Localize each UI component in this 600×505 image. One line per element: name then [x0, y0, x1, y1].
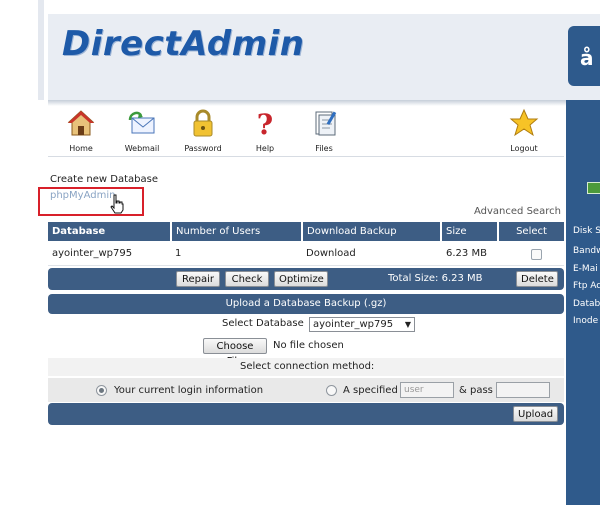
row-download-link[interactable]: Download: [306, 248, 356, 259]
stat-inodes-label: Inode: [573, 316, 599, 326]
toolbar-help[interactable]: ? Help: [237, 108, 293, 153]
stat-email-label: E-Mai: [573, 264, 598, 274]
current-login-label: Your current login information: [114, 385, 264, 396]
toolbar-files[interactable]: Files: [296, 108, 352, 153]
specified-login-label: A specified: [343, 385, 398, 396]
col-download-backup: Download Backup: [303, 222, 442, 241]
col-select: Select: [499, 222, 564, 241]
create-database-link[interactable]: Create new Database: [50, 174, 158, 185]
toolbar-divider: [48, 156, 564, 157]
col-database[interactable]: Database: [48, 222, 172, 241]
toolbar-webmail-label: Webmail: [124, 144, 160, 153]
stat-bandwidth-label: Bandw: [573, 246, 600, 256]
database-select-value: ayointer_wp795: [313, 319, 394, 330]
advanced-search-link[interactable]: Advanced Search: [474, 206, 561, 217]
col-size[interactable]: Size: [442, 222, 499, 241]
optimize-button[interactable]: Optimize: [274, 271, 328, 287]
header-side-tab-glyph: å: [580, 46, 594, 70]
toolbar-password[interactable]: Password: [175, 108, 231, 153]
stat-disk-label: Disk S: [573, 226, 600, 236]
upload-action-bar: [48, 403, 564, 425]
connection-method-label: Select connection method:: [240, 361, 375, 372]
choose-file-button[interactable]: Choose File: [203, 338, 267, 367]
row-users-count[interactable]: 1: [175, 248, 181, 259]
toolbar-password-label: Password: [184, 144, 222, 153]
header-shadow: [48, 100, 600, 106]
row-select-checkbox[interactable]: [531, 249, 542, 260]
stat-ftp-label: Ftp Ac: [573, 281, 600, 291]
row-database-name[interactable]: ayointer_wp795: [52, 248, 132, 259]
toolbar-help-label: Help: [255, 144, 275, 153]
home-icon: [67, 110, 95, 136]
phpmyadmin-link[interactable]: phpMyAdmin: [50, 190, 115, 201]
usage-meter: [587, 182, 600, 194]
toolbar-home-label: Home: [69, 144, 93, 153]
header-left-strip: [38, 0, 44, 100]
toolbar-webmail[interactable]: Webmail: [114, 108, 170, 153]
check-button[interactable]: Check: [225, 271, 269, 287]
radio-current-login[interactable]: [96, 385, 107, 396]
directadmin-logo[interactable]: DirectAdmin: [62, 24, 305, 64]
upload-section-title: Upload a Database Backup (.gz): [48, 294, 564, 314]
pass-label: & pass: [459, 385, 493, 396]
webmail-icon: [128, 111, 155, 134]
upload-button[interactable]: Upload: [513, 406, 558, 422]
files-icon: [315, 111, 337, 136]
delete-button[interactable]: Delete: [516, 271, 558, 287]
toolbar-home[interactable]: Home: [53, 108, 109, 153]
user-input[interactable]: user: [400, 382, 454, 398]
row-size: 6.23 MB: [446, 248, 487, 259]
hand-cursor-icon: [110, 194, 124, 214]
toolbar-files-label: Files: [315, 144, 333, 153]
logout-star-icon: [509, 108, 539, 137]
header-side-tab: å: [568, 26, 600, 86]
stat-databases-label: Datab: [573, 299, 600, 309]
total-size-text: Total Size: 6.23 MB: [388, 273, 483, 284]
database-select[interactable]: ayointer_wp795 ▼: [309, 317, 415, 332]
repair-button[interactable]: Repair: [176, 271, 220, 287]
pass-input[interactable]: [496, 382, 550, 398]
toolbar-logout-label: Logout: [510, 144, 538, 153]
chevron-down-icon: ▼: [404, 320, 411, 329]
col-users[interactable]: Number of Users: [172, 222, 303, 241]
help-question-icon: ?: [257, 108, 273, 138]
select-database-label: Select Database: [222, 318, 304, 329]
toolbar-logout[interactable]: Logout: [496, 108, 552, 153]
radio-specified-login[interactable]: [326, 385, 337, 396]
no-file-text: No file chosen: [273, 340, 344, 351]
svg-text:?: ?: [257, 108, 273, 138]
password-lock-icon: [193, 109, 213, 137]
